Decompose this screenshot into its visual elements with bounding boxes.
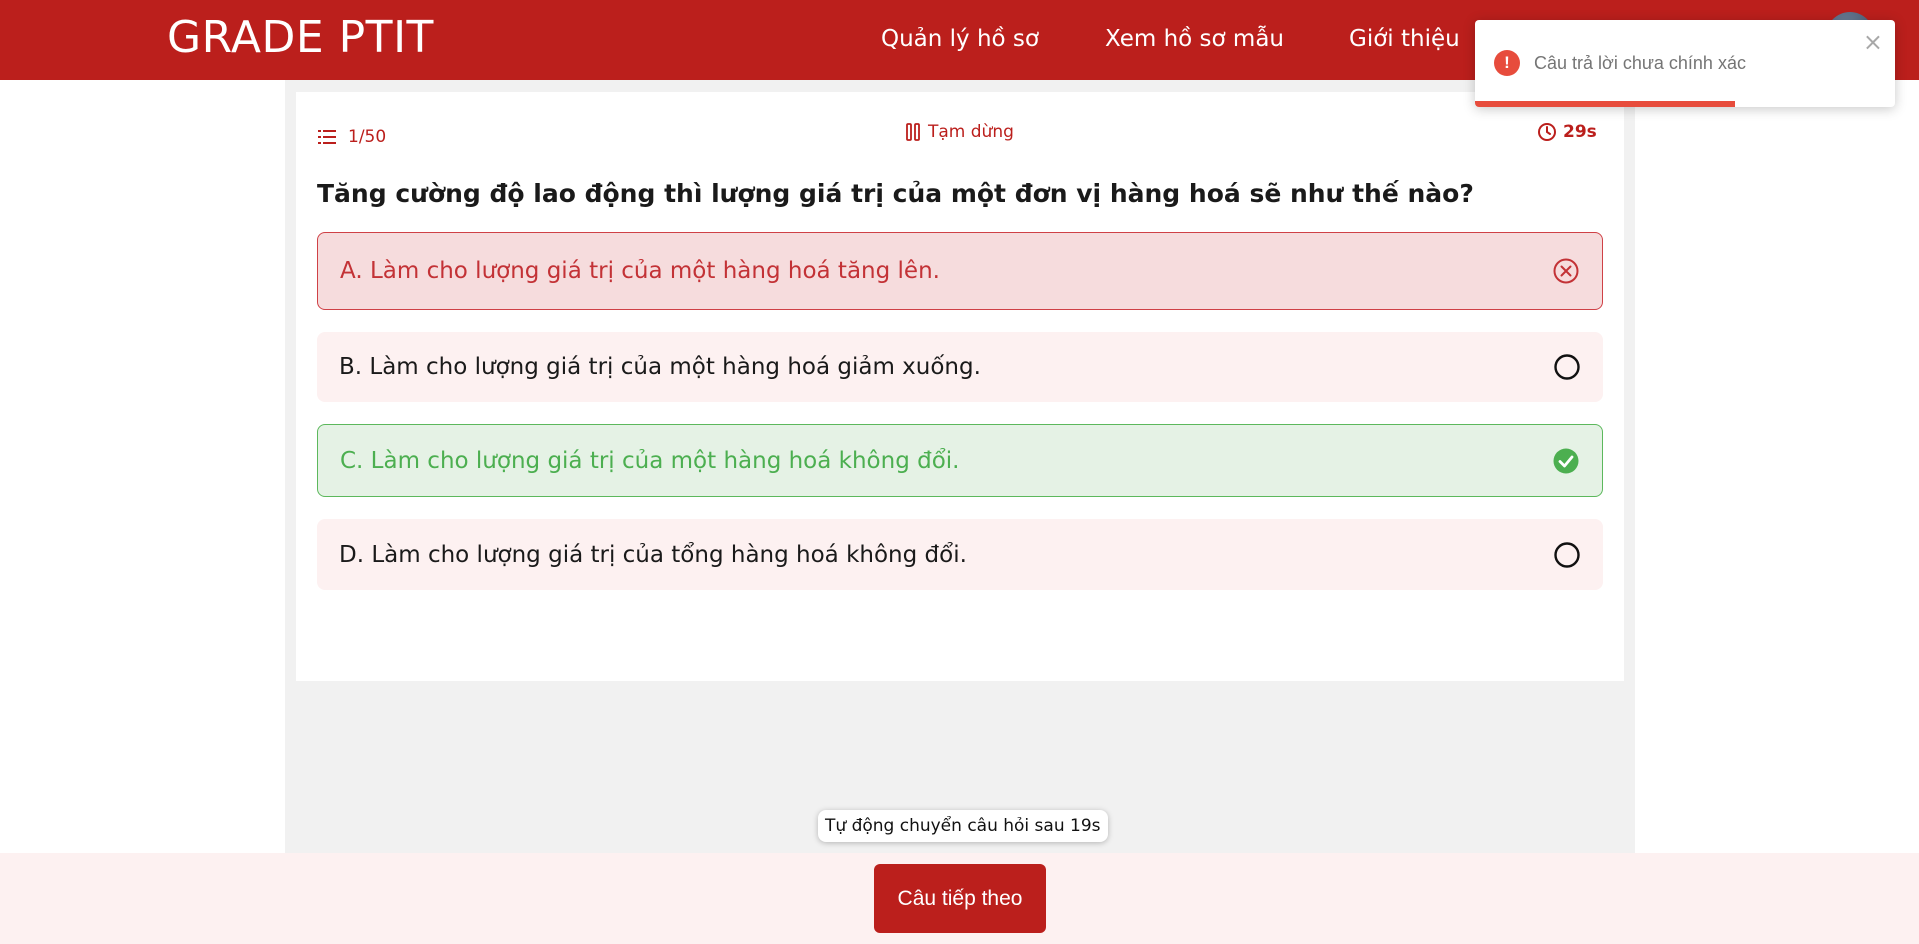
pause-icon (906, 123, 920, 141)
radio-empty-icon (1554, 541, 1580, 568)
brand-logo[interactable]: GRADE PTIT (167, 12, 434, 63)
answer-option-label: B. Làm cho lượng giá trị của một hàng ho… (339, 354, 981, 380)
question-counter-label: 1/50 (348, 127, 387, 147)
answer-option-c[interactable]: C. Làm cho lượng giá trị của một hàng ho… (317, 424, 1603, 497)
radio-empty-icon (1554, 354, 1580, 380)
toast-progress-bar (1475, 101, 1736, 107)
answer-option-label: C. Làm cho lượng giá trị của một hàng ho… (340, 447, 960, 474)
pause-label: Tạm dừng (928, 122, 1014, 142)
error-toast: ! Câu trả lời chưa chính xác × (1475, 20, 1895, 107)
list-icon (318, 130, 336, 144)
answer-option-b[interactable]: B. Làm cho lượng giá trị của một hàng ho… (317, 332, 1603, 402)
close-icon[interactable]: × (1863, 30, 1883, 54)
next-question-button[interactable]: Câu tiếp theo (874, 864, 1046, 933)
question-counter: 1/50 (318, 124, 386, 150)
answer-option-label: D. Làm cho lượng giá trị của tổng hàng h… (339, 541, 967, 568)
auto-next-tooltip: Tự động chuyển câu hỏi sau 19s (818, 810, 1108, 842)
pause-button[interactable]: Tạm dừng (906, 119, 1014, 145)
timer-label: 29s (1563, 122, 1597, 142)
check-circle-icon (1553, 448, 1579, 473)
answer-option-label: A. Làm cho lượng giá trị của một hàng ho… (340, 258, 940, 284)
answer-option-d[interactable]: D. Làm cho lượng giá trị của tổng hàng h… (317, 519, 1603, 590)
answer-option-a[interactable]: A. Làm cho lượng giá trị của một hàng ho… (317, 232, 1603, 310)
wrong-x-circle-icon (1553, 258, 1579, 284)
nav-link-about[interactable]: Giới thiệu (1349, 26, 1460, 52)
nav-link-sample-profile[interactable]: Xem hồ sơ mẫu (1105, 26, 1284, 52)
countdown-timer: 29s (1537, 119, 1597, 145)
nav-link-manage-profile[interactable]: Quản lý hồ sơ (881, 26, 1039, 52)
question-text: Tăng cường độ lao động thì lượng giá trị… (317, 179, 1474, 208)
error-alert-icon: ! (1494, 50, 1520, 76)
toast-message: Câu trả lời chưa chính xác (1534, 53, 1746, 73)
clock-icon (1538, 123, 1556, 141)
